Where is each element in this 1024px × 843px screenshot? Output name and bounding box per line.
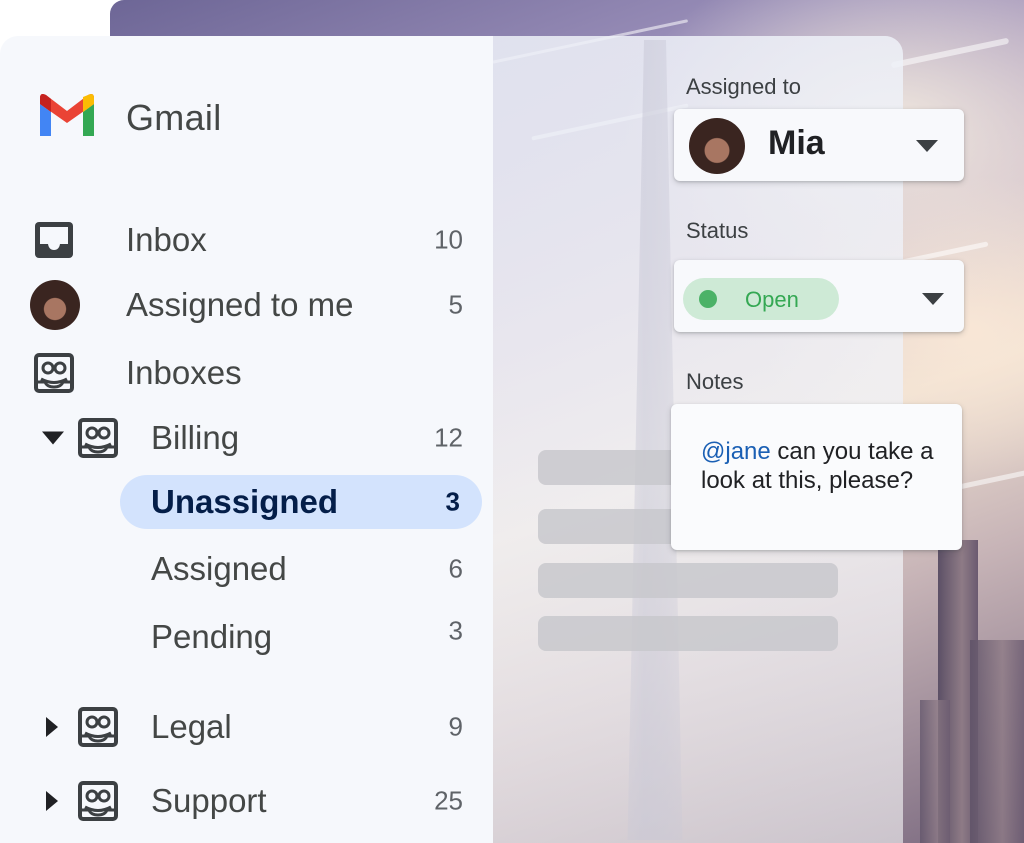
nav-count: 9: [448, 711, 463, 742]
assignee-dropdown[interactable]: Mia: [674, 109, 964, 181]
notes-field[interactable]: @jane can you take a look at this, pleas…: [671, 404, 962, 550]
nav-count: 3: [445, 486, 460, 517]
nav-item-billing[interactable]: Billing 12: [0, 411, 493, 465]
note-mention[interactable]: @jane: [701, 438, 771, 465]
gmail-logo-icon: [40, 94, 94, 136]
list-placeholder: [538, 450, 688, 485]
nav-count: 5: [448, 289, 463, 320]
brand-name: Gmail: [126, 97, 222, 138]
nav-label: Billing: [151, 419, 240, 456]
nav-label: Assigned to me: [126, 286, 354, 323]
caret-down-icon[interactable]: [42, 431, 64, 445]
group-inbox-icon: [34, 353, 74, 393]
status-chip: Open: [683, 278, 839, 320]
nav-label: Support: [151, 782, 267, 819]
status-label: Status: [686, 218, 749, 243]
nav-count: 12: [434, 422, 463, 453]
nav-item-assigned-to-me[interactable]: Assigned to me 5: [0, 278, 493, 332]
group-inbox-icon: [78, 707, 118, 747]
group-inbox-icon: [78, 781, 118, 821]
nav-item-unassigned[interactable]: Unassigned 3: [0, 475, 493, 529]
avatar: [30, 280, 80, 330]
caret-right-icon[interactable]: [46, 791, 58, 811]
nav-count: 6: [448, 553, 463, 584]
nav-count: 10: [434, 224, 463, 255]
list-placeholder: [538, 616, 838, 651]
status-dropdown[interactable]: Open: [674, 260, 964, 332]
assigned-to-label: Assigned to: [686, 74, 801, 99]
list-placeholder: [538, 509, 688, 544]
nav-item-inbox[interactable]: Inbox 10: [0, 213, 493, 267]
nav-label: Legal: [151, 708, 232, 745]
nav-label: Inboxes: [126, 354, 242, 391]
nav-item-assigned[interactable]: Assigned 6: [0, 542, 493, 596]
assignee-name: Mia: [768, 124, 825, 162]
caret-right-icon[interactable]: [46, 717, 58, 737]
nav-label: Unassigned: [151, 483, 339, 520]
nav-label: Pending: [151, 618, 273, 656]
note-content: @jane can you take a look at this, pleas…: [701, 437, 946, 495]
nav-label: Inbox: [126, 221, 207, 258]
nav-item-pending[interactable]: Pending 3: [0, 604, 493, 658]
group-inbox-icon: [78, 418, 118, 458]
nav-count: 25: [434, 785, 463, 816]
nav-item-inboxes[interactable]: Inboxes: [0, 346, 493, 400]
status-dot-icon: [699, 290, 717, 308]
notes-label: Notes: [686, 369, 744, 394]
status-value: Open: [745, 287, 799, 312]
nav-item-support[interactable]: Support 25: [0, 774, 493, 828]
list-placeholder: [538, 563, 838, 598]
nav-item-legal[interactable]: Legal 9: [0, 700, 493, 754]
nav-label: Assigned: [151, 550, 287, 587]
dropdown-arrow-icon: [916, 140, 938, 152]
assignee-avatar: [689, 118, 745, 174]
nav-count: 3: [448, 615, 463, 646]
dropdown-arrow-icon: [922, 293, 944, 305]
inbox-tray-icon: [35, 222, 73, 258]
